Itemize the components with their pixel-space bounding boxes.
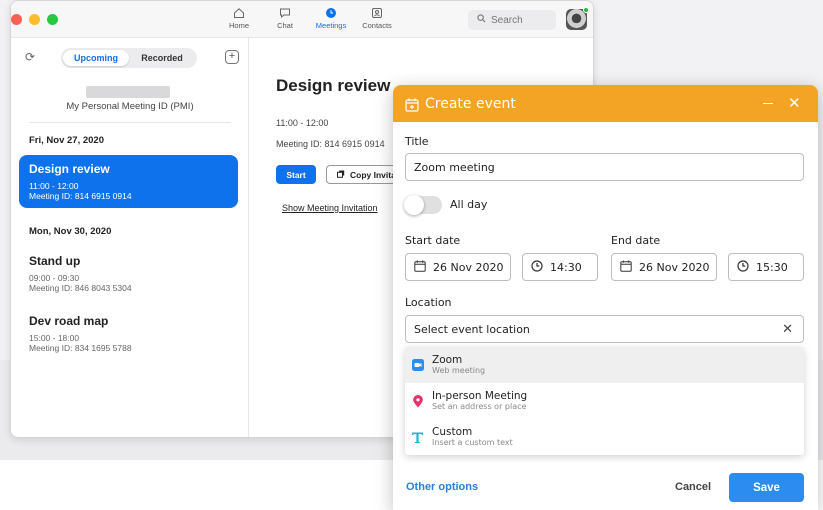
location-option-custom[interactable]: Custom Insert a custom text [405,419,804,455]
calendar-icon [414,260,426,275]
all-day-label: All day [450,198,488,211]
title-input-value: Zoom meeting [414,160,495,174]
meeting-item-stand-up[interactable]: Stand up 09:00 - 09:30 Meeting ID: 846 8… [19,247,238,300]
option-title: In-person Meeting [432,390,528,402]
nav-meetings[interactable]: Meetings [308,5,354,30]
location-label: Location [405,296,452,309]
meeting-id: Meeting ID: 814 6915 0914 [29,191,132,201]
search-placeholder: Search [491,14,523,26]
meeting-detail-id: Meeting ID: 814 6915 0914 [276,139,385,149]
dialog-title: Create event [425,95,516,112]
end-date-value: 26 Nov 2020 [639,260,710,274]
meeting-title: Stand up [29,254,81,268]
text-t-icon [411,431,424,444]
location-select[interactable]: Select event location ✕ [405,315,804,343]
show-meeting-invitation-link[interactable]: Show Meeting Invitation [282,203,378,213]
location-option-in-person[interactable]: In-person Meeting Set an address or plac… [405,383,804,419]
cancel-button[interactable]: Cancel [675,481,711,493]
dialog-header: Create event ✕ [393,85,818,122]
meeting-time: 09:00 - 09:30 [29,273,80,283]
clock-icon [737,259,749,275]
create-event-dialog: Create event ✕ Title Zoom meeting All da… [393,85,818,510]
meeting-time: 11:00 - 12:00 [29,181,79,191]
online-status-dot [583,7,589,13]
nav-chat[interactable]: Chat [262,5,308,30]
nav-chat-label: Chat [277,21,293,30]
title-label: Title [405,135,429,148]
meetings-tab-switch: Upcoming Recorded [61,48,197,68]
window-controls [11,14,58,25]
date-header: Fri, Nov 27, 2020 [29,135,104,146]
nav-home[interactable]: Home [216,5,262,30]
close-window-button[interactable] [11,14,22,25]
meetings-list-pane: ⟳ Upcoming Recorded + My Personal Meetin… [11,38,249,437]
clock-icon [531,259,543,275]
zoom-camera-icon [411,359,424,372]
location-option-zoom[interactable]: Zoom Web meeting [405,347,804,383]
pmi-label[interactable]: My Personal Meeting ID (PMI) [11,101,249,112]
save-button[interactable]: Save [729,473,804,502]
meeting-detail-time: 11:00 - 12:00 [276,118,329,128]
minimize-dialog-button[interactable] [763,103,773,104]
date-header: Mon, Nov 30, 2020 [29,226,112,237]
clock-icon [308,5,354,21]
start-time-picker[interactable]: 14:30 [522,253,598,281]
meeting-item-design-review[interactable]: Design review 11:00 - 12:00 Meeting ID: … [19,155,238,208]
nav-home-label: Home [228,21,249,30]
search-input[interactable]: Search [468,10,556,30]
all-day-toggle[interactable] [404,195,442,215]
option-title: Custom [432,426,473,438]
location-options-dropdown: Zoom Web meeting In-person Meeting Set a… [405,347,804,455]
toggle-knob [404,195,424,215]
search-icon [477,14,486,26]
end-time-picker[interactable]: 15:30 [728,253,804,281]
start-date-value: 26 Nov 2020 [433,260,504,274]
minimize-window-button[interactable] [29,14,40,25]
copy-icon [337,170,345,180]
end-time-value: 15:30 [756,260,788,274]
other-options-link[interactable]: Other options [406,481,478,493]
top-nav: Home Chat Meetings Contacts [216,5,400,30]
nav-contacts-label: Contacts [362,21,392,30]
title-bar: Home Chat Meetings Contacts Search [11,1,593,38]
meeting-title: Dev road map [29,314,109,328]
calendar-icon [620,260,632,275]
meeting-detail-title: Design review [276,76,391,95]
meeting-item-dev-road-map[interactable]: Dev road map 15:00 - 18:00 Meeting ID: 8… [19,307,238,360]
option-title: Zoom [432,354,463,366]
meeting-id: Meeting ID: 846 8043 5304 [29,283,132,293]
option-subtitle: Web meeting [432,366,486,375]
home-icon [216,5,262,21]
end-date-label: End date [611,234,661,247]
meeting-title: Design review [29,162,110,176]
start-time-value: 14:30 [550,260,582,274]
start-button[interactable]: Start [276,165,316,184]
start-date-picker[interactable]: 26 Nov 2020 [405,253,511,281]
calendar-plus-icon [405,97,419,112]
add-meeting-button[interactable]: + [225,50,239,64]
clear-location-icon[interactable]: ✕ [782,322,793,337]
title-input[interactable]: Zoom meeting [405,153,804,181]
divider [29,122,231,123]
close-dialog-button[interactable]: ✕ [788,94,801,112]
tab-upcoming[interactable]: Upcoming [63,50,129,66]
pmi-number-redacted [86,86,170,98]
map-pin-icon [411,394,424,408]
nav-contacts[interactable]: Contacts [354,5,400,30]
start-date-label: Start date [405,234,461,247]
refresh-icon[interactable]: ⟳ [25,50,35,64]
meeting-time: 15:00 - 18:00 [29,333,80,343]
option-subtitle: Insert a custom text [432,438,513,447]
location-placeholder: Select event location [414,322,530,336]
option-subtitle: Set an address or place [432,402,527,411]
tab-recorded[interactable]: Recorded [129,50,195,66]
end-date-picker[interactable]: 26 Nov 2020 [611,253,717,281]
contacts-icon [354,5,400,21]
zoom-window-button[interactable] [47,14,58,25]
nav-meetings-label: Meetings [315,21,347,30]
meeting-id: Meeting ID: 834 1695 5788 [29,343,132,353]
chat-icon [262,5,308,21]
